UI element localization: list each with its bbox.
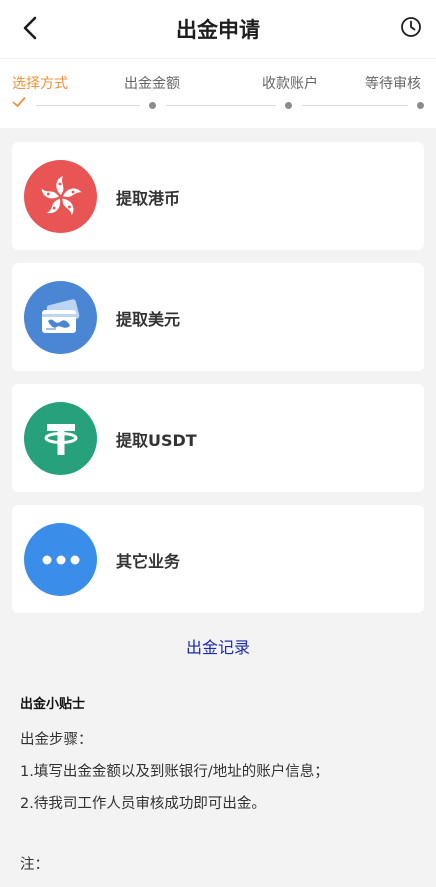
step-connector [166, 105, 276, 106]
tips-step-1: 1.填写出金金额以及到账银行/地址的账户信息； [20, 764, 329, 780]
step-review: 等待审核 [365, 76, 421, 92]
bank-card-icon [24, 281, 97, 354]
step-amount: 出金金额 [124, 76, 180, 92]
tips-steps-heading: 出金步骤： [20, 732, 93, 748]
step-dot [149, 102, 156, 109]
step-dot [417, 102, 424, 109]
withdraw-usd-card[interactable]: 提取美元 [12, 263, 424, 371]
other-business-label: 其它业务 [116, 552, 181, 571]
withdraw-hkd-card[interactable]: 提取港币 [12, 142, 424, 250]
app-header: 出金申请 [0, 0, 436, 58]
withdraw-hkd-label: 提取港币 [116, 189, 181, 208]
withdraw-usdt-label: 提取USDT [116, 431, 197, 450]
tether-icon [24, 402, 97, 475]
withdraw-usd-label: 提取美元 [116, 310, 181, 329]
step-connector [36, 105, 140, 106]
other-business-card[interactable]: 其它业务 [12, 505, 424, 613]
page-title: 出金申请 [176, 18, 260, 42]
history-clock-icon[interactable] [400, 16, 422, 38]
hk-bauhinia-icon [24, 160, 97, 233]
more-dots-icon [24, 523, 97, 596]
check-icon [12, 97, 26, 107]
step-dot [285, 102, 292, 109]
withdraw-usdt-card[interactable]: 提取USDT [12, 384, 424, 492]
progress-steps: 选择方式 出金金额 收款账户 等待审核 [0, 58, 436, 128]
step-connector [302, 105, 408, 106]
step-select-method: 选择方式 [12, 76, 68, 92]
tips-title: 出金小贴士 [20, 697, 86, 712]
tips-note-heading: 注： [20, 857, 49, 873]
step-account: 收款账户 [262, 76, 318, 92]
tips-step-2: 2.待我司工作人员审核成功即可出金。 [20, 796, 266, 812]
withdraw-records-link[interactable]: 出金记录 [0, 634, 436, 658]
